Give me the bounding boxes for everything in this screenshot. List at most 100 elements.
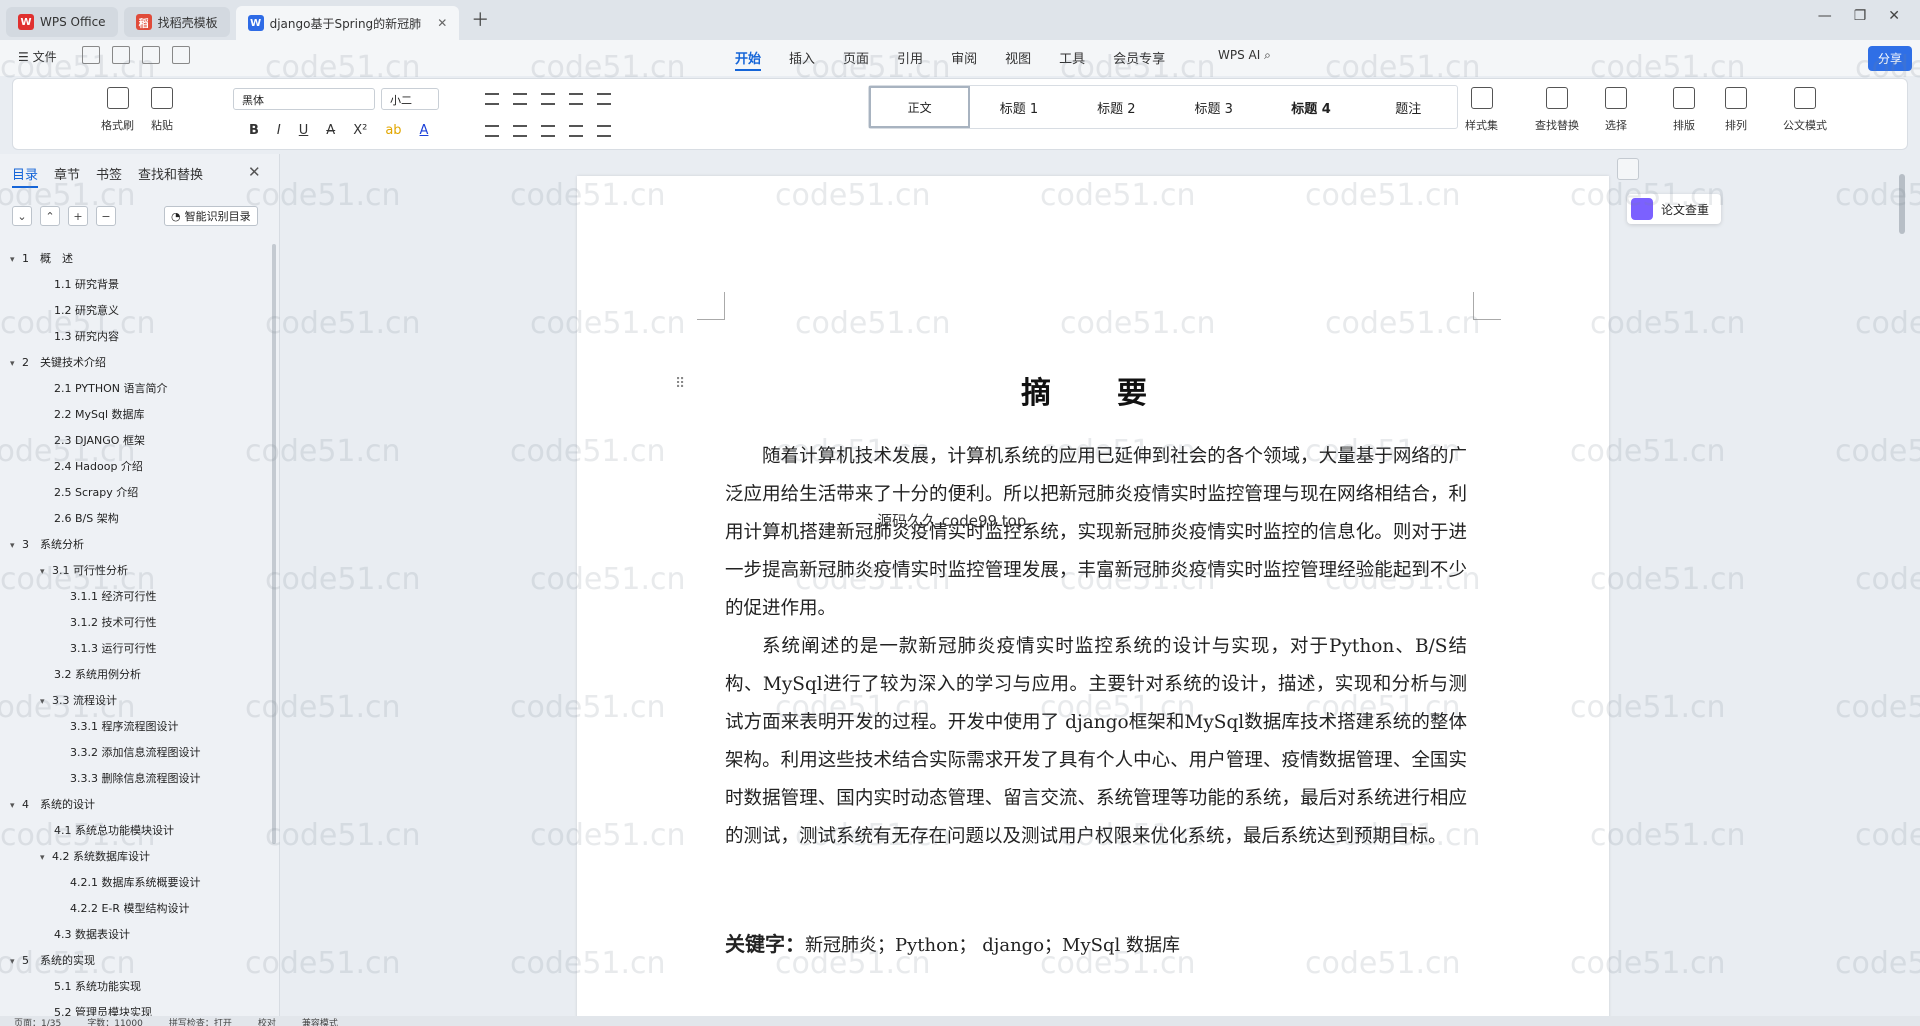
new-doc-icon[interactable] bbox=[82, 46, 100, 64]
document-page[interactable]: ⠿ 摘 要 随着计算机技术发展，计算机系统的应用已延伸到社会的各个领域，大量基于… bbox=[577, 176, 1609, 1026]
indent-increase-icon[interactable] bbox=[569, 93, 583, 105]
nav-tab-toc[interactable]: 目录 bbox=[12, 164, 39, 188]
caret-down-icon[interactable]: ▾ bbox=[10, 949, 22, 975]
nav-scrollbar[interactable] bbox=[272, 244, 276, 844]
sort-icon[interactable] bbox=[597, 93, 611, 105]
style-heading-2[interactable]: 标题 2 bbox=[1068, 86, 1165, 128]
style-caption[interactable]: 题注 bbox=[1360, 86, 1457, 128]
toc-item[interactable]: 3.1.3 运行可行性 bbox=[0, 636, 270, 662]
select-button[interactable]: 选择 bbox=[1605, 87, 1627, 133]
paste-button[interactable]: 粘贴 bbox=[151, 87, 173, 133]
caret-down-icon[interactable]: ▾ bbox=[10, 351, 22, 377]
status-proof[interactable]: 校对 bbox=[258, 1016, 276, 1026]
bold-icon[interactable]: B bbox=[249, 123, 259, 138]
caret-down-icon[interactable]: ▾ bbox=[10, 793, 22, 819]
tab-page[interactable]: 页面 bbox=[843, 48, 869, 71]
chevron-up-icon[interactable]: ⌃ bbox=[40, 206, 60, 226]
nav-tab-chapter[interactable]: 章节 bbox=[54, 164, 80, 188]
toc-item[interactable]: 3.2 系统用例分析 bbox=[0, 662, 270, 688]
bullet-list-icon[interactable] bbox=[485, 93, 499, 105]
tab-insert[interactable]: 插入 bbox=[789, 48, 815, 71]
smart-toc-button[interactable]: ◔ 智能识别目录 bbox=[164, 206, 258, 226]
tab-home[interactable]: 开始 bbox=[735, 48, 762, 71]
find-replace-button[interactable]: 查找替换 bbox=[1535, 87, 1579, 133]
nav-tab-bookmark[interactable]: 书签 bbox=[96, 164, 122, 188]
toc-item[interactable]: 2.1 PYTHON 语言简介 bbox=[0, 376, 270, 402]
nav-tab-find[interactable]: 查找和替换 bbox=[138, 164, 203, 188]
arrange-button[interactable]: 排列 bbox=[1725, 87, 1747, 133]
toc-item[interactable]: 3.3.1 程序流程图设计 bbox=[0, 714, 270, 740]
caret-down-icon[interactable]: ▾ bbox=[40, 689, 52, 715]
toc-item[interactable]: ▾ 1 概 述 bbox=[0, 246, 270, 272]
plus-icon[interactable]: + bbox=[68, 206, 88, 226]
toc-item[interactable]: 5.1 系统功能实现 bbox=[0, 974, 270, 1000]
highlight-icon[interactable]: ab bbox=[385, 123, 401, 138]
close-tab-icon[interactable]: ✕ bbox=[437, 16, 447, 30]
layout-button[interactable]: 排版 bbox=[1673, 87, 1695, 133]
toc-item[interactable]: 2.5 Scrapy 介绍 bbox=[0, 480, 270, 506]
minus-icon[interactable]: − bbox=[96, 206, 116, 226]
align-left-icon[interactable] bbox=[485, 125, 499, 137]
status-words[interactable]: 字数：11000 bbox=[87, 1016, 143, 1026]
restore-icon[interactable]: ❐ bbox=[1854, 8, 1867, 24]
style-set-button[interactable]: 样式集 bbox=[1465, 87, 1498, 133]
collapse-panel-button[interactable] bbox=[1617, 158, 1639, 180]
caret-down-icon[interactable]: ▾ bbox=[10, 247, 22, 273]
superscript-icon[interactable]: X² bbox=[353, 123, 367, 138]
tab-wps-office[interactable]: W WPS Office bbox=[6, 7, 118, 37]
toc-item[interactable]: 2.4 Hadoop 介绍 bbox=[0, 454, 270, 480]
official-mode-button[interactable]: 公文模式 bbox=[1783, 87, 1827, 133]
plagiarism-check-button[interactable]: 论文查重 bbox=[1627, 194, 1722, 224]
toc-item[interactable]: 4.2.2 E-R 模型结构设计 bbox=[0, 896, 270, 922]
tab-view[interactable]: 视图 bbox=[1005, 48, 1031, 71]
align-center-icon[interactable] bbox=[513, 125, 527, 137]
justify-icon[interactable] bbox=[569, 125, 583, 137]
toc-item[interactable]: 2.3 DJANGO 框架 bbox=[0, 428, 270, 454]
toc-item[interactable]: 4.1 系统总功能模块设计 bbox=[0, 818, 270, 844]
toc-item[interactable]: ▾ 2 关键技术介绍 bbox=[0, 350, 270, 376]
tab-tools[interactable]: 工具 bbox=[1059, 48, 1085, 71]
toc-item[interactable]: ▾ 4 系统的设计 bbox=[0, 792, 270, 818]
style-heading-3[interactable]: 标题 3 bbox=[1165, 86, 1262, 128]
toc-item[interactable]: 2.2 MySql 数据库 bbox=[0, 402, 270, 428]
toc-item[interactable]: 3.1.1 经济可行性 bbox=[0, 584, 270, 610]
align-right-icon[interactable] bbox=[541, 125, 555, 137]
toc-item[interactable]: 3.1.2 技术可行性 bbox=[0, 610, 270, 636]
toc-item[interactable]: 3.3.3 删除信息流程图设计 bbox=[0, 766, 270, 792]
style-heading-1[interactable]: 标题 1 bbox=[970, 86, 1067, 128]
toc-item[interactable]: 4.3 数据表设计 bbox=[0, 922, 270, 948]
toc-item[interactable]: ▾ 3.1 可行性分析 bbox=[0, 558, 270, 584]
document-scrollbar[interactable] bbox=[1899, 174, 1905, 234]
toc-item[interactable]: 3.3.2 添加信息流程图设计 bbox=[0, 740, 270, 766]
tab-member[interactable]: 会员专享 bbox=[1113, 48, 1165, 71]
underline-icon[interactable]: U bbox=[299, 123, 309, 138]
font-color-icon[interactable]: A bbox=[420, 123, 429, 138]
tab-template[interactable]: 稻 找稻壳模板 bbox=[123, 7, 230, 37]
print-icon[interactable] bbox=[172, 46, 190, 64]
number-list-icon[interactable] bbox=[513, 93, 527, 105]
strikethrough-icon[interactable]: A bbox=[326, 123, 335, 138]
status-spell[interactable]: 拼写检查：打开 bbox=[169, 1016, 232, 1026]
save-icon[interactable] bbox=[142, 46, 160, 64]
open-icon[interactable] bbox=[112, 46, 130, 64]
close-icon[interactable]: ✕ bbox=[248, 163, 261, 181]
toc-item[interactable]: ▾ 5 系统的实现 bbox=[0, 948, 270, 974]
tab-review[interactable]: 审阅 bbox=[951, 48, 977, 71]
share-button[interactable]: 分享 bbox=[1867, 46, 1912, 71]
toc-item[interactable]: 1.3 研究内容 bbox=[0, 324, 270, 350]
wps-ai-button[interactable]: WPS AI ⌕ bbox=[1218, 48, 1271, 63]
toc-item[interactable]: ▾ 3.3 流程设计 bbox=[0, 688, 270, 714]
indent-decrease-icon[interactable] bbox=[541, 93, 555, 105]
new-tab-icon[interactable]: ＋ bbox=[471, 6, 489, 32]
status-page[interactable]: 页面：1/35 bbox=[14, 1016, 61, 1026]
style-normal[interactable]: 正文 bbox=[869, 86, 971, 128]
caret-down-icon[interactable]: ▾ bbox=[40, 845, 52, 871]
tab-reference[interactable]: 引用 bbox=[897, 48, 923, 71]
style-heading-4[interactable]: 标题 4 bbox=[1262, 86, 1359, 128]
caret-down-icon[interactable]: ▾ bbox=[10, 533, 22, 559]
toc-item[interactable]: ▾ 4.2 系统数据库设计 bbox=[0, 844, 270, 870]
minimize-icon[interactable]: — bbox=[1818, 8, 1832, 24]
toc-item[interactable]: ▾ 3 系统分析 bbox=[0, 532, 270, 558]
italic-icon[interactable]: I bbox=[277, 123, 281, 138]
toc-item[interactable]: 2.6 B/S 架构 bbox=[0, 506, 270, 532]
